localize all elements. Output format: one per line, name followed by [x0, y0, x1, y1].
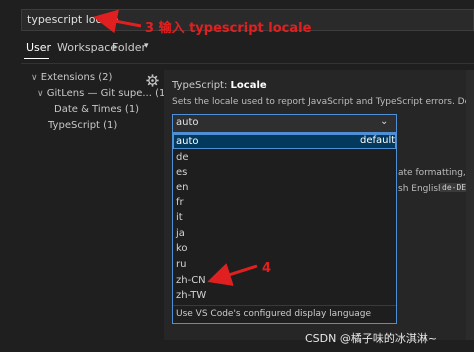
annotation-arrows — [93, 9, 258, 286]
arrow-to-zh-cn — [207, 263, 258, 286]
watermark: CSDN @橘子味的冰淇淋~ — [305, 332, 438, 345]
annotation-step-4: 4 — [262, 261, 272, 276]
arrow-to-search — [93, 9, 142, 34]
annotation-step-3: 3 输入 typescript locale — [145, 21, 312, 36]
